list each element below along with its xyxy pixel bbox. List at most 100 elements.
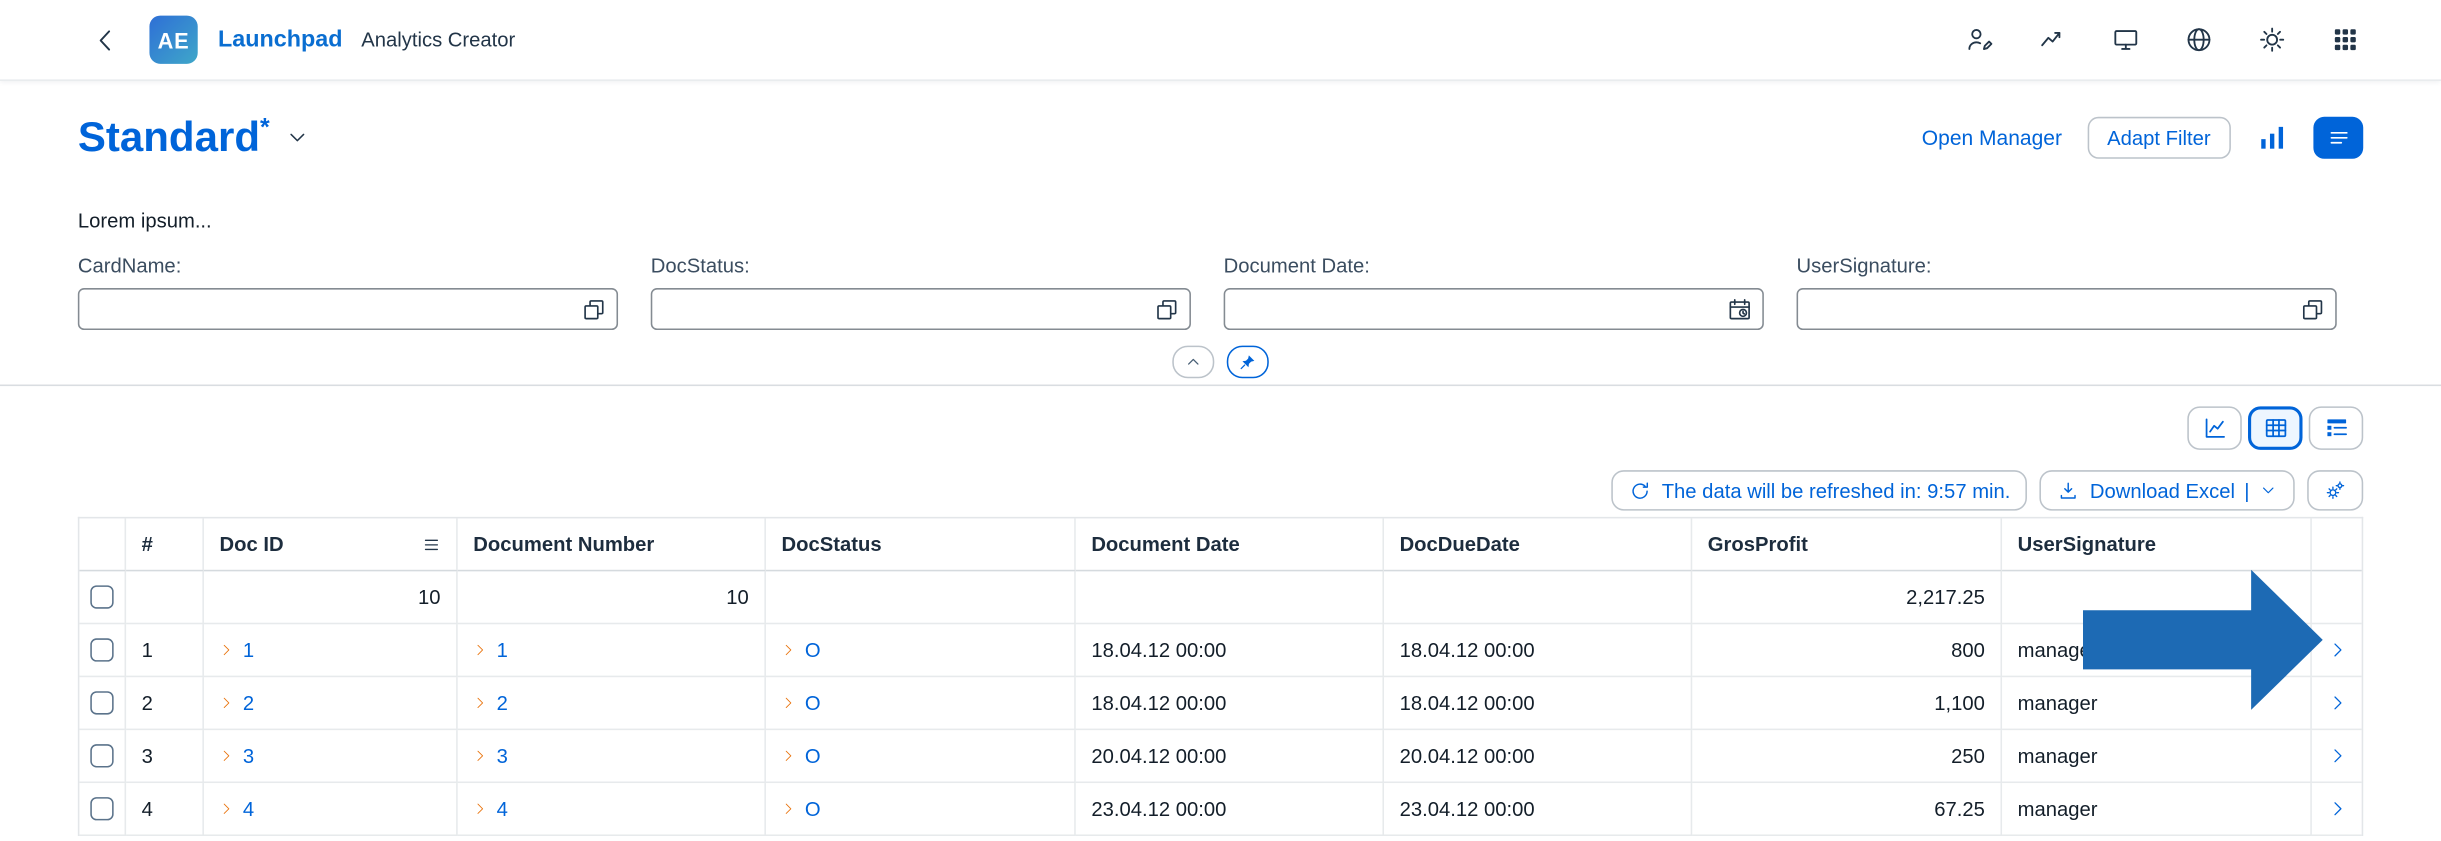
table-view-button[interactable] [2248,406,2302,450]
row-nav-chevron-icon[interactable] [2327,746,2347,766]
value-help-icon[interactable] [2299,296,2325,322]
column-header-docstatus[interactable]: DocStatus [766,518,1076,571]
table-row: 3 3 3 O 20.04.12 00:00 20.04.12 00:00 25… [79,730,2361,783]
docstatus-input[interactable] [651,288,1191,330]
filter-bar: Standard* Open Manager Adapt Filter Lore… [0,106,2441,378]
cardname-input[interactable] [78,288,618,330]
nav-chevron-icon [220,696,234,710]
table-totals-row: 10 10 2,217.25 [79,571,2361,624]
column-header-doc-id[interactable]: Doc ID [204,518,458,571]
download-excel-button[interactable]: Download Excel | [2040,470,2295,510]
row-checkbox[interactable] [90,691,113,714]
bar-chart-icon[interactable] [2256,121,2289,154]
usersignature-input[interactable] [1797,288,2337,330]
section-divider [0,385,2441,387]
app-logo[interactable]: AE [149,16,197,64]
screen-icon[interactable] [2109,24,2140,55]
column-header-usersignature[interactable]: UserSignature [2002,518,2312,571]
header-checkbox-cell [79,518,126,571]
document-number-link[interactable]: 1 [497,638,508,661]
sun-icon[interactable] [2256,24,2287,55]
cell-docduedate: 18.04.12 00:00 [1384,624,1692,677]
doc-id-link[interactable]: 1 [243,638,254,661]
row-nav-chevron-icon[interactable] [2327,640,2347,660]
docstatus-label: DocStatus: [651,254,1191,277]
filters-row: CardName: DocStatus: Documen [78,254,2363,330]
user-edit-icon[interactable] [1963,24,1994,55]
pivot-view-button[interactable] [2309,406,2363,450]
date-picker-icon[interactable] [1726,296,1752,322]
cell-grosprofit: 800 [1692,624,2002,677]
filter-document-date: Document Date: [1224,254,1764,330]
nav-chevron-icon [473,643,487,657]
globe-icon[interactable] [2183,24,2214,55]
filter-bar-controls [78,346,2363,379]
nav-chevron-icon [782,643,796,657]
cell-docduedate: 18.04.12 00:00 [1384,677,1692,730]
row-checkbox[interactable] [90,638,113,661]
value-help-icon[interactable] [1154,296,1180,322]
back-icon[interactable] [90,24,121,55]
collapse-header-button[interactable] [1172,346,1214,379]
column-header-grosprofit[interactable]: GrosProfit [1692,518,2002,571]
column-header-docduedate[interactable]: DocDueDate [1384,518,1692,571]
chart-view-button[interactable] [2187,406,2241,450]
filter-usersignature: UserSignature: [1797,254,2337,330]
doc-id-link[interactable]: 2 [243,691,254,714]
value-help-icon[interactable] [581,296,607,322]
cell-document-date: 20.04.12 00:00 [1076,730,1384,783]
app-grid-icon[interactable] [2329,24,2360,55]
row-checkbox[interactable] [90,797,113,820]
view-switch [0,406,2441,450]
cell-num: 3 [126,730,204,783]
shell-bar: AE Launchpad Analytics Creator [0,0,2441,81]
cell-document-date: 18.04.12 00:00 [1076,677,1384,730]
filter-cardname: CardName: [78,254,618,330]
docstatus-link[interactable]: O [805,797,821,820]
table-row: 4 4 4 O 23.04.12 00:00 23.04.12 00:00 67… [79,783,2361,836]
total-document-number: 10 [458,571,766,624]
variant-title[interactable]: Standard* [78,113,270,161]
nav-chevron-icon [473,749,487,763]
refresh-button[interactable]: The data will be refreshed in: 9:57 min. [1612,470,2028,510]
table-settings-button[interactable] [2307,470,2363,510]
cell-docduedate: 23.04.12 00:00 [1384,783,1692,836]
list-view-button[interactable] [2313,116,2363,158]
pin-header-button[interactable] [1227,346,1269,379]
docstatus-link[interactable]: O [805,691,821,714]
row-checkbox[interactable] [90,744,113,767]
docstatus-link[interactable]: O [805,744,821,767]
nav-chevron-icon [220,802,234,816]
total-grosprofit: 2,217.25 [1692,571,2002,624]
cell-usersignature: manager [2002,624,2312,677]
document-number-link[interactable]: 4 [497,797,508,820]
document-date-input[interactable] [1224,288,1764,330]
total-doc-id: 10 [204,571,458,624]
document-number-link[interactable]: 2 [497,691,508,714]
select-all-checkbox[interactable] [90,585,113,608]
cell-num: 4 [126,783,204,836]
column-header-document-number[interactable]: Document Number [458,518,766,571]
doc-id-link[interactable]: 3 [243,744,254,767]
open-manager-link[interactable]: Open Manager [1922,125,2062,148]
column-menu-icon[interactable] [422,533,444,555]
cell-usersignature: manager [2002,730,2312,783]
shell-actions [1963,24,2360,55]
adapt-filter-button[interactable]: Adapt Filter [2087,116,2231,158]
chevron-down-icon[interactable] [285,125,310,150]
page-description: Lorem ipsum... [78,209,2363,232]
document-number-link[interactable]: 3 [497,744,508,767]
cell-docduedate: 20.04.12 00:00 [1384,730,1692,783]
cell-document-date: 23.04.12 00:00 [1076,783,1384,836]
trend-icon[interactable] [2036,24,2067,55]
column-header-document-date[interactable]: Document Date [1076,518,1384,571]
cell-grosprofit: 250 [1692,730,2002,783]
table-row: 2 2 2 O 18.04.12 00:00 18.04.12 00:00 1,… [79,677,2361,730]
doc-id-link[interactable]: 4 [243,797,254,820]
column-header-num[interactable]: # [126,518,204,571]
data-table: # Doc ID Document Number DocStatus Docum… [78,517,2363,836]
docstatus-link[interactable]: O [805,638,821,661]
row-nav-chevron-icon[interactable] [2327,799,2347,819]
row-nav-chevron-icon[interactable] [2327,693,2347,713]
table-header-row: # Doc ID Document Number DocStatus Docum… [79,518,2361,571]
